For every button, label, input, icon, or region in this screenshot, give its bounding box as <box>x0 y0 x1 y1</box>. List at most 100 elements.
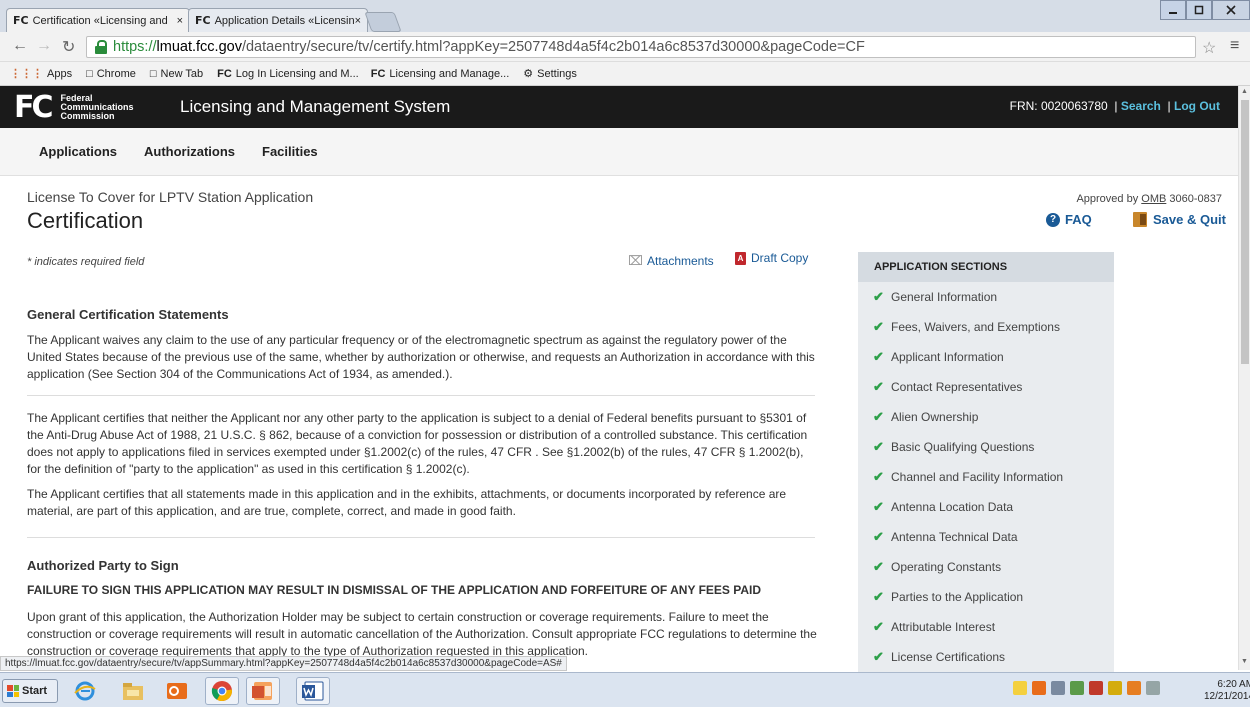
tab-application-details[interactable]: FC Application Details «Licensin × <box>188 8 368 32</box>
bookmark-star-icon[interactable]: ☆ <box>1202 38 1216 58</box>
browser-tabstrip: FC Certification «Licensing and × FC App… <box>0 0 1250 32</box>
system-title: Licensing and Management System <box>180 97 451 116</box>
sidebar-item-label: Basic Qualifying Questions <box>891 440 1035 454</box>
draft-copy-label: Draft Copy <box>751 251 809 265</box>
nav-authorizations[interactable]: Authorizations <box>144 144 235 159</box>
sidebar-item-alien-ownership[interactable]: ✔ Alien Ownership <box>858 402 1114 432</box>
bookmark-label: Log In Licensing and M... <box>235 67 359 80</box>
separator: | <box>1111 99 1121 113</box>
sidebar-item-label: Antenna Location Data <box>891 500 1014 514</box>
sync-icon[interactable] <box>1108 681 1122 695</box>
sidebar-item-operating-constants[interactable]: ✔ Operating Constants <box>858 552 1114 582</box>
bookmark-settings[interactable]: ⚙ Settings <box>523 67 577 81</box>
search-link[interactable]: Search <box>1121 99 1161 113</box>
word-icon[interactable] <box>296 677 330 705</box>
page-scrollbar[interactable]: ▲ ▼ <box>1238 86 1250 670</box>
sidebar-item-channel-facility[interactable]: ✔ Channel and Facility Information <box>858 462 1114 492</box>
sidebar-item-general-information[interactable]: ✔ General Information <box>858 282 1114 312</box>
update-icon[interactable] <box>1127 681 1141 695</box>
window-close-button[interactable] <box>1212 0 1250 20</box>
address-bar[interactable]: https:// lmuat.fcc.gov /dataentry/secure… <box>86 36 1196 58</box>
checkmark-icon: ✔ <box>873 409 884 424</box>
faq-label: FAQ <box>1065 212 1092 227</box>
sidebar-item-contact-representatives[interactable]: ✔ Contact Representatives <box>858 372 1114 402</box>
network-icon[interactable] <box>1051 681 1065 695</box>
sidebar-item-parties[interactable]: ✔ Parties to the Application <box>858 582 1114 612</box>
nav-facilities[interactable]: Facilities <box>262 144 318 159</box>
certification-paragraph: The Applicant certifies that all stateme… <box>27 487 787 518</box>
main-nav: Applications Authorizations Facilities <box>0 128 1238 176</box>
reload-icon[interactable]: ↻ <box>62 37 75 57</box>
frn-label: FRN: 0020063780 <box>1009 99 1108 113</box>
fcc-logo[interactable]: FC Federal Communications Commission <box>14 90 134 125</box>
outlook-icon[interactable] <box>160 677 194 705</box>
sidebar-item-fees-waivers[interactable]: ✔ Fees, Waivers, and Exemptions <box>858 312 1114 342</box>
scroll-up-arrow-icon[interactable]: ▲ <box>1241 88 1248 95</box>
tab-certification[interactable]: FC Certification «Licensing and × <box>6 8 190 32</box>
start-button[interactable]: Start <box>2 679 58 703</box>
start-label: Start <box>22 685 48 697</box>
new-tab-button[interactable] <box>364 12 402 32</box>
security-icon[interactable] <box>1070 681 1084 695</box>
page-icon: □ <box>149 67 157 80</box>
sidebar-item-label: Operating Constants <box>891 560 1002 574</box>
sidebar-item-label: License Certifications <box>891 650 1006 664</box>
bookmark-fcc-licensing[interactable]: FC Licensing and Manage... <box>371 68 510 80</box>
shield-icon[interactable] <box>1089 681 1103 695</box>
sidebar-item-license-certifications[interactable]: ✔ License Certifications <box>858 642 1114 672</box>
bookmark-label: New Tab <box>160 67 204 80</box>
faq-link[interactable]: ? FAQ <box>1046 212 1092 227</box>
close-icon[interactable]: × <box>355 15 361 27</box>
back-arrow-icon[interactable]: ← <box>12 37 28 55</box>
office-icon[interactable] <box>1032 681 1046 695</box>
checkmark-icon: ✔ <box>873 649 884 664</box>
construction-requirements-paragraph: Upon grant of this application, the Auth… <box>27 610 817 658</box>
internet-explorer-icon[interactable] <box>68 677 102 705</box>
page-title: Certification <box>27 208 144 233</box>
close-icon[interactable]: × <box>177 15 183 27</box>
sidebar-item-applicant-information[interactable]: ✔ Applicant Information <box>858 342 1114 372</box>
maximize-button[interactable] <box>1186 0 1212 20</box>
checkmark-icon: ✔ <box>873 499 884 514</box>
logout-link[interactable]: Log Out <box>1174 99 1220 113</box>
attachments-link[interactable]: ⌧ Attachments <box>628 253 714 269</box>
draft-copy-link[interactable]: A Draft Copy <box>735 251 808 265</box>
sidebar-item-label: Antenna Technical Data <box>891 530 1018 544</box>
sidebar-heading: APPLICATION SECTIONS <box>858 252 1114 282</box>
bookmark-new-tab[interactable]: □ New Tab <box>150 68 203 80</box>
certification-paragraph: The Applicant certifies that neither the… <box>27 411 808 476</box>
logo-word: Commission <box>60 111 115 121</box>
forward-arrow-icon[interactable]: → <box>36 37 52 55</box>
volume-icon[interactable] <box>1146 681 1160 695</box>
lock-icon <box>95 40 107 54</box>
tab-label: Certification «Licensing and <box>32 14 168 27</box>
bookmark-label: Licensing and Manage... <box>389 67 510 80</box>
signing-warning: FAILURE TO SIGN THIS APPLICATION MAY RES… <box>27 583 762 597</box>
hamburger-menu-icon[interactable]: ≡ <box>1230 37 1239 55</box>
save-quit-link[interactable]: Save & Quit <box>1133 212 1226 227</box>
bookmark-label: Chrome <box>96 67 136 80</box>
scroll-down-arrow-icon[interactable]: ▼ <box>1241 658 1248 665</box>
clock-date: 12/21/2014 <box>1204 691 1250 702</box>
scroll-thumb[interactable] <box>1241 100 1249 364</box>
powerpoint-icon[interactable] <box>246 677 280 705</box>
chrome-icon[interactable] <box>205 677 239 705</box>
gear-icon: ⚙ <box>523 68 534 80</box>
nav-applications[interactable]: Applications <box>39 144 117 159</box>
file-explorer-icon[interactable] <box>116 677 150 705</box>
bookmark-fcc-login[interactable]: FC Log In Licensing and M... <box>217 68 359 80</box>
mail-icon[interactable] <box>1013 681 1027 695</box>
minimize-button[interactable] <box>1160 0 1186 20</box>
omb-link[interactable]: OMB <box>1141 193 1166 205</box>
taskbar-clock[interactable]: 6:20 AM 12/21/2014 <box>1204 679 1250 703</box>
sidebar-item-antenna-location[interactable]: ✔ Antenna Location Data <box>858 492 1114 522</box>
sidebar-item-antenna-technical[interactable]: ✔ Antenna Technical Data <box>858 522 1114 552</box>
sidebar-item-basic-qualifying[interactable]: ✔ Basic Qualifying Questions <box>858 432 1114 462</box>
bookmark-apps[interactable]: ⋮⋮⋮ Apps <box>10 67 72 81</box>
clock-time: 6:20 AM <box>1217 679 1250 690</box>
separator: | <box>1164 99 1175 113</box>
bookmark-chrome[interactable]: □ Chrome <box>86 68 136 80</box>
windows-logo-icon <box>7 685 19 697</box>
sidebar-item-label: General Information <box>891 290 998 304</box>
sidebar-item-attributable-interest[interactable]: ✔ Attributable Interest <box>858 612 1114 642</box>
